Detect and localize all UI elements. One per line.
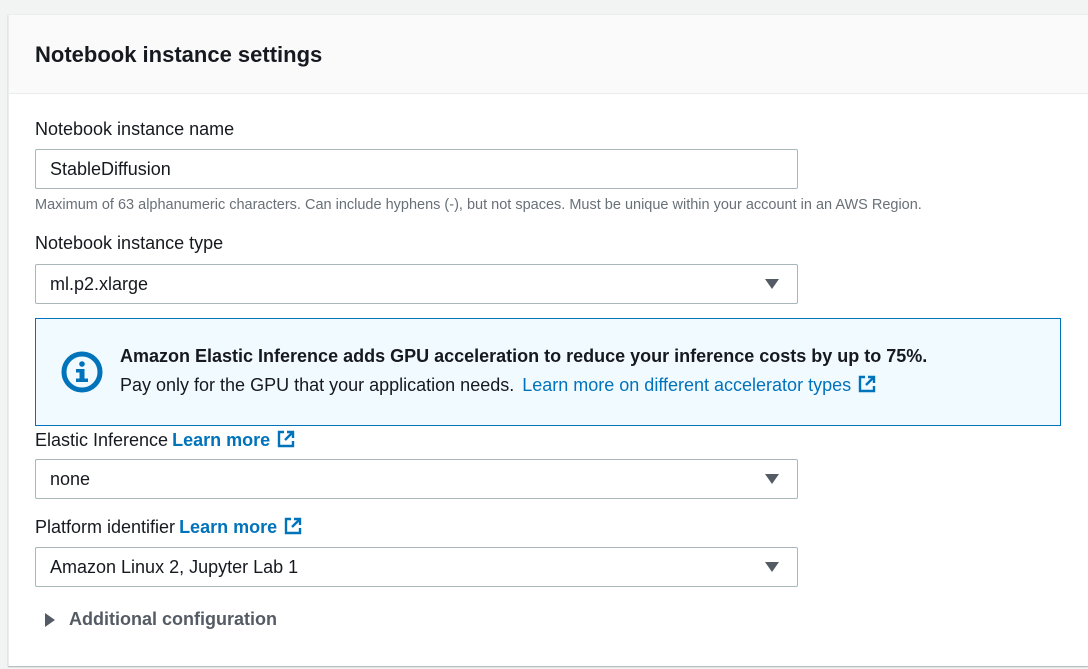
platform-identifier-learn-more-link[interactable]: Learn more <box>179 517 303 537</box>
platform-identifier-select[interactable]: Amazon Linux 2, Jupyter Lab 1 <box>35 547 798 587</box>
elastic-inference-value: none <box>50 468 91 489</box>
caret-right-icon <box>45 612 55 627</box>
instance-type-select[interactable]: ml.p2.xlarge <box>35 264 798 304</box>
elastic-inference-label-text: Elastic Inference <box>35 430 169 450</box>
platform-identifier-value: Amazon Linux 2, Jupyter Lab 1 <box>50 556 299 577</box>
panel-title: Notebook instance settings <box>35 42 323 67</box>
elastic-inference-learn-more-link[interactable]: Learn more <box>172 430 296 450</box>
notebook-settings-panel: Notebook instance settings Notebook inst… <box>8 14 1088 666</box>
elastic-inference-label: Elastic Inference Learn more <box>35 429 296 454</box>
info-body: Pay only for the GPU that your applicati… <box>120 374 877 399</box>
additional-configuration-expander[interactable]: Additional configuration <box>45 609 277 630</box>
platform-identifier-label: Platform identifier Learn more <box>35 516 303 541</box>
instance-type-value: ml.p2.xlarge <box>50 273 149 294</box>
instance-type-label-text: Notebook instance type <box>35 233 224 253</box>
platform-identifier-learn-more-text: Learn more <box>179 517 278 537</box>
instance-name-hint: Maximum of 63 alphanumeric characters. C… <box>35 197 922 213</box>
info-body-text: Pay only for the GPU that your applicati… <box>120 375 515 395</box>
elastic-inference-info-alert: Amazon Elastic Inference adds GPU accele… <box>35 318 1061 426</box>
platform-identifier-label-text: Platform identifier <box>35 517 176 537</box>
accelerator-types-link[interactable]: Learn more on different accelerator type… <box>522 375 877 395</box>
accelerator-types-link-text: Learn more on different accelerator type… <box>522 375 852 395</box>
info-headline: Amazon Elastic Inference adds GPU accele… <box>120 346 928 366</box>
instance-name-label: Notebook instance name <box>35 119 234 140</box>
instance-name-label-text: Notebook instance name <box>35 119 235 139</box>
external-link-icon <box>857 374 877 399</box>
elastic-inference-learn-more-text: Learn more <box>172 430 271 450</box>
panel-header: Notebook instance settings <box>9 15 1088 94</box>
instance-type-label: Notebook instance type <box>35 233 223 254</box>
caret-down-icon <box>765 562 779 572</box>
caret-down-icon <box>765 474 779 484</box>
external-link-icon <box>283 516 303 541</box>
instance-name-input[interactable] <box>35 149 798 189</box>
external-link-icon <box>276 429 296 454</box>
caret-down-icon <box>765 279 779 289</box>
additional-configuration-label: Additional configuration <box>69 609 277 629</box>
info-icon <box>61 351 103 398</box>
elastic-inference-select[interactable]: none <box>35 459 798 499</box>
